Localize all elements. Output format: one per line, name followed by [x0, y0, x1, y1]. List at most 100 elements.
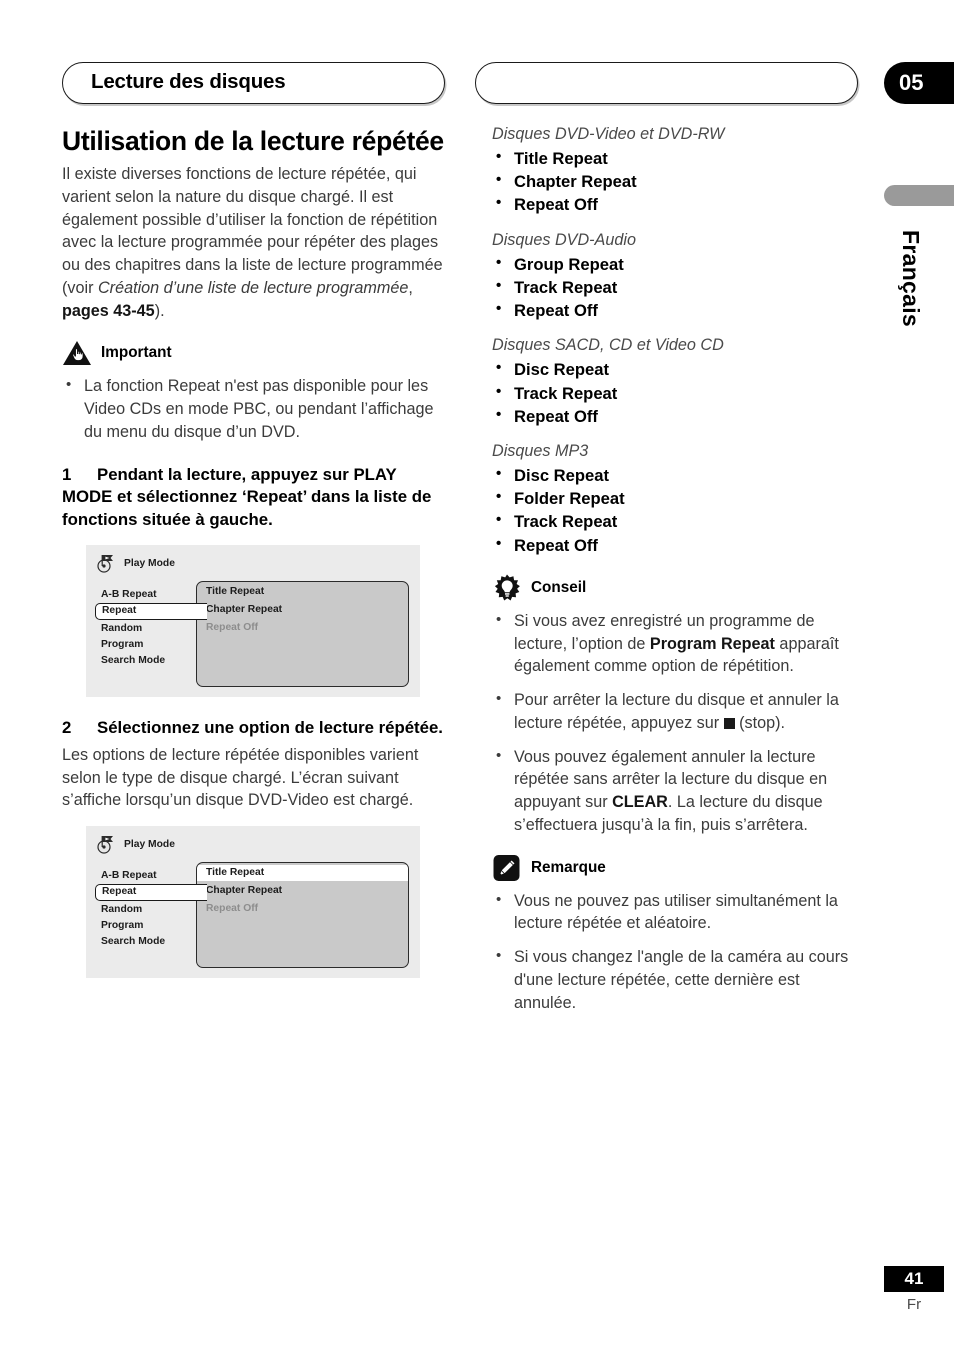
page-header: Lecture des disques 05 [0, 62, 954, 108]
osd2-menu: A-B Repeat Repeat Random Program Search … [95, 868, 207, 950]
tip-b3-bold: CLEAR [612, 793, 668, 812]
step-2: 2 Sélectionnez une option de lecture répé… [62, 717, 445, 740]
list-item: Track Repeat [492, 275, 862, 299]
disc-group-mp3: Disques MP3 Disc Repeat Folder Repeat Tr… [492, 442, 862, 557]
list-item: Track Repeat [492, 381, 862, 405]
osd1-title: Play Mode [124, 557, 175, 569]
disc-group-sacd-cd-videocd: Disques SACD, CD et Video CD Disc Repeat… [492, 336, 862, 428]
list-item: Chapter Repeat [492, 169, 862, 193]
osd1-menu-item-random: Random [101, 623, 143, 635]
disc-group-title: Disques DVD-Video et DVD-RW [492, 125, 725, 143]
language-side-tab: Français [898, 230, 924, 328]
list-item: La fonction Repeat n'est pas disponible … [62, 374, 445, 443]
disc-group-options: Group Repeat Track Repeat Repeat Off [492, 252, 862, 323]
osd2-menu-item-repeat: Repeat [95, 884, 207, 902]
list-item: Si vous avez enregistré un programme de … [492, 609, 862, 678]
step-1-number: 1 [62, 464, 72, 484]
osd2-menu-item-search-mode: Search Mode [101, 936, 166, 948]
important-note-list: La fonction Repeat n'est pas disponible … [62, 374, 445, 443]
disc-group-dvd-video: Disques DVD-Video et DVD-RW Title Repeat… [492, 125, 862, 217]
disc-group-dvd-audio: Disques DVD-Audio Group Repeat Track Rep… [492, 231, 862, 323]
page-title: Lecture des disques [91, 70, 286, 93]
osd1-option-repeat-off: Repeat Off [206, 622, 259, 634]
osd2-titlebar: Play Mode [95, 834, 175, 854]
list-item: Pour arrêter la lecture du disque et ann… [492, 688, 862, 735]
remark-note-header: Remarque [492, 854, 862, 882]
list-item: Repeat Off [492, 192, 862, 216]
osd2-option-chapter-repeat: Chapter Repeat [206, 885, 283, 897]
osd2-title: Play Mode [124, 838, 175, 850]
tip-note-header: Conseil [492, 574, 862, 602]
intro-paragraph: Il existe diverses fonctions de lecture … [62, 163, 445, 322]
tip-b1-bold: Program Repeat [649, 634, 775, 653]
remark-note-list: Vous ne pouvez pas utiliser simultanémen… [492, 889, 862, 1015]
pencil-note-icon [493, 854, 520, 881]
disc-play-mode-icon [97, 555, 113, 573]
step-1-text: Pendant la lecture, appuyez sur PLAY MOD… [62, 464, 432, 529]
osd2-menu-item-random: Random [101, 904, 143, 916]
article-title: Utilisation de la lecture répétée [62, 126, 444, 156]
intro-italic-ref: Création d’une liste de lecture programm… [97, 278, 409, 297]
list-item: Disc Repeat [492, 463, 862, 487]
tip-note-list: Si vous avez enregistré un programme de … [492, 609, 862, 837]
osd2-option-repeat-off: Repeat Off [206, 903, 259, 915]
list-item: Group Repeat [492, 252, 862, 276]
tip-note-label: Conseil [531, 578, 587, 596]
osd2-menu-item-program: Program [101, 920, 144, 932]
left-column: Utilisation de la lecture répétée Il exi… [62, 125, 445, 979]
osd1-titlebar: Play Mode [95, 553, 175, 573]
osd2-option-title-repeat: Title Repeat [197, 865, 408, 882]
chapter-number-badge: 05 [884, 62, 954, 104]
important-note-header: Important [62, 339, 445, 367]
list-item: Folder Repeat [492, 486, 862, 510]
osd1-options-pane: Title Repeat Chapter Repeat Repeat Off [196, 581, 409, 688]
list-item: Vous pouvez également annuler la lecture… [492, 745, 862, 837]
disc-group-options: Title Repeat Chapter Repeat Repeat Off [492, 146, 862, 217]
tip-b2-text1: Pour arrêter la lecture du disque et ann… [514, 691, 839, 732]
list-item: Repeat Off [492, 298, 862, 322]
osd1-menu-item-program: Program [101, 639, 144, 651]
step-2-number: 2 [62, 718, 72, 738]
disc-group-options: Disc Repeat Folder Repeat Track Repeat R… [492, 463, 862, 557]
side-gray-bar [884, 185, 954, 206]
section-title-pill: Lecture des disques [62, 62, 445, 104]
osd2-options-pane: Title Repeat Chapter Repeat Repeat Off [196, 862, 409, 969]
disc-group-title: Disques DVD-Audio [492, 230, 636, 249]
disc-play-mode-icon [97, 836, 113, 854]
warning-triangle-hand-icon [63, 341, 91, 366]
disc-group-title: Disques SACD, CD et Video CD [492, 336, 724, 355]
tip-b2-text2: (stop). [734, 713, 786, 732]
intro-page-ref: pages 43-45 [62, 301, 155, 320]
disc-group-options: Disc Repeat Track Repeat Repeat Off [492, 357, 862, 428]
list-item: Track Repeat [492, 509, 862, 533]
list-item: Si vous changez l'angle de la caméra au … [492, 945, 862, 1014]
step-2-body: Les options de lecture répétée disponibl… [62, 745, 419, 810]
osd1-option-title-repeat: Title Repeat [206, 586, 265, 598]
stop-square-icon [723, 717, 735, 729]
intro-comma: , [408, 278, 413, 297]
osd1-menu: A-B Repeat Repeat Random Program Search … [95, 587, 207, 669]
osd1-menu-item-ab-repeat: A-B Repeat [101, 589, 157, 601]
list-item: Repeat Off [492, 533, 862, 557]
important-note-label: Important [101, 344, 172, 362]
page-number-badge: 41 [884, 1266, 944, 1292]
osd1-option-chapter-repeat: Chapter Repeat [206, 604, 283, 616]
osd-screenshot-1: Play Mode A-B Repeat Repeat Random Progr… [86, 545, 420, 698]
intro-text-1: Il existe diverses fonctions de lecture … [62, 165, 443, 297]
list-item: Title Repeat [492, 146, 862, 170]
header-empty-pill [475, 62, 858, 104]
step-1: 1 Pendant la lecture, appuyez sur PLAY MO… [62, 464, 445, 532]
osd1-menu-item-repeat: Repeat [95, 603, 207, 621]
list-item: Vous ne pouvez pas utiliser simultanémen… [492, 889, 862, 936]
osd-screenshot-2: Play Mode A-B Repeat Repeat Random Progr… [86, 826, 420, 979]
right-column: Disques DVD-Video et DVD-RW Title Repeat… [492, 125, 862, 1025]
intro-text-end: ). [154, 301, 165, 320]
list-item: Repeat Off [492, 404, 862, 428]
disc-group-title: Disques MP3 [492, 441, 589, 460]
osd1-menu-item-search-mode: Search Mode [101, 655, 166, 667]
lightbulb-tip-icon [494, 574, 520, 601]
list-item: Disc Repeat [492, 357, 862, 381]
remark-note-label: Remarque [531, 858, 606, 876]
page-language-code: Fr [906, 1296, 922, 1313]
osd2-menu-item-ab-repeat: A-B Repeat [101, 870, 157, 882]
